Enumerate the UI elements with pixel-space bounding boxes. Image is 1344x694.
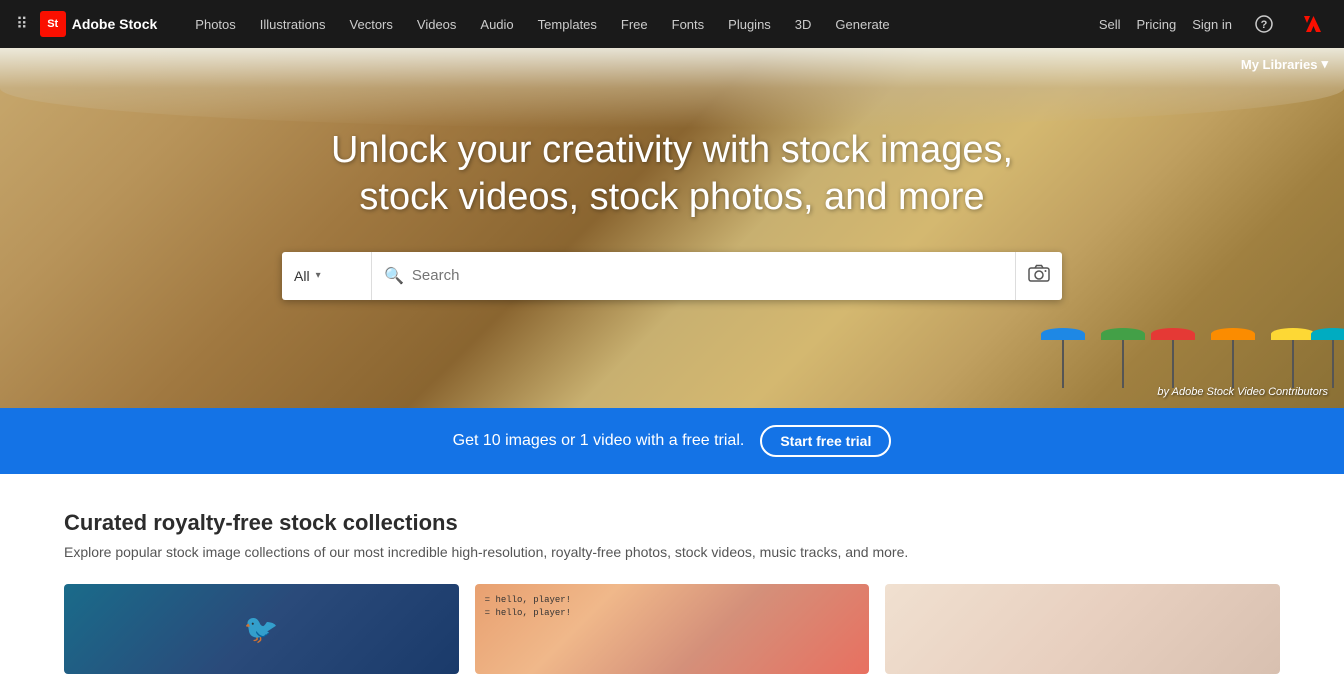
collection-card-3[interactable] bbox=[885, 584, 1280, 674]
search-input[interactable] bbox=[412, 267, 1003, 284]
navbar: ⠿ St Adobe Stock Photos Illustrations Ve… bbox=[0, 0, 1344, 48]
hero-section: My Libraries ▾ by Adobe Stock Video Cont… bbox=[0, 48, 1344, 408]
camera-icon bbox=[1028, 264, 1050, 287]
hero-content: Unlock your creativity with stock images… bbox=[0, 48, 1344, 408]
collections-subtitle: Explore popular stock image collections … bbox=[64, 544, 1280, 560]
nav-item-fonts[interactable]: Fonts bbox=[662, 0, 715, 48]
logo-box: St bbox=[40, 11, 66, 37]
collections-section: Curated royalty-free stock collections E… bbox=[0, 474, 1344, 694]
nav-item-3d[interactable]: 3D bbox=[785, 0, 822, 48]
nav-item-audio[interactable]: Audio bbox=[470, 0, 523, 48]
nav-item-templates[interactable]: Templates bbox=[528, 0, 607, 48]
start-free-trial-button[interactable]: Start free trial bbox=[760, 425, 891, 457]
search-category-label: All bbox=[294, 268, 310, 284]
logo[interactable]: St Adobe Stock bbox=[40, 11, 158, 37]
birds-decoration: 🐦 bbox=[244, 613, 279, 646]
nav-item-generate[interactable]: Generate bbox=[825, 0, 899, 48]
promo-text: Get 10 images or 1 video with a free tri… bbox=[453, 432, 745, 450]
nav-item-photos[interactable]: Photos bbox=[185, 0, 245, 48]
search-category-dropdown[interactable]: All ▾ bbox=[282, 252, 372, 300]
nav-sell[interactable]: Sell bbox=[1099, 17, 1121, 32]
logo-name: Adobe Stock bbox=[72, 16, 158, 32]
help-icon[interactable]: ? bbox=[1248, 8, 1280, 40]
nav-item-plugins[interactable]: Plugins bbox=[718, 0, 781, 48]
nav-item-vectors[interactable]: Vectors bbox=[340, 0, 403, 48]
search-icon: 🔍 bbox=[384, 266, 404, 286]
svg-text:?: ? bbox=[1261, 19, 1268, 31]
nav-signin[interactable]: Sign in bbox=[1192, 17, 1232, 32]
search-bar: All ▾ 🔍 bbox=[282, 252, 1062, 300]
nav-links: Photos Illustrations Vectors Videos Audi… bbox=[185, 0, 1099, 48]
grid-icon[interactable]: ⠿ bbox=[16, 14, 28, 34]
search-input-wrap: 🔍 bbox=[372, 252, 1015, 300]
nav-item-illustrations[interactable]: Illustrations bbox=[250, 0, 336, 48]
nav-item-videos[interactable]: Videos bbox=[407, 0, 467, 48]
promo-banner: Get 10 images or 1 video with a free tri… bbox=[0, 408, 1344, 474]
nav-right: Sell Pricing Sign in ? bbox=[1099, 8, 1328, 40]
hero-title: Unlock your creativity with stock images… bbox=[282, 127, 1062, 222]
collection-card-1[interactable]: 🐦 bbox=[64, 584, 459, 674]
code-decoration: = hello, player!= hello, player! bbox=[485, 594, 571, 619]
nav-item-free[interactable]: Free bbox=[611, 0, 658, 48]
collection-card-2[interactable]: = hello, player!= hello, player! bbox=[475, 584, 870, 674]
collections-title: Curated royalty-free stock collections bbox=[64, 510, 1280, 536]
chevron-down-icon: ▾ bbox=[316, 270, 321, 281]
nav-pricing[interactable]: Pricing bbox=[1137, 17, 1177, 32]
collections-grid: 🐦 = hello, player!= hello, player! bbox=[64, 584, 1280, 674]
adobe-logo-icon[interactable] bbox=[1296, 8, 1328, 40]
visual-search-button[interactable] bbox=[1015, 252, 1062, 300]
